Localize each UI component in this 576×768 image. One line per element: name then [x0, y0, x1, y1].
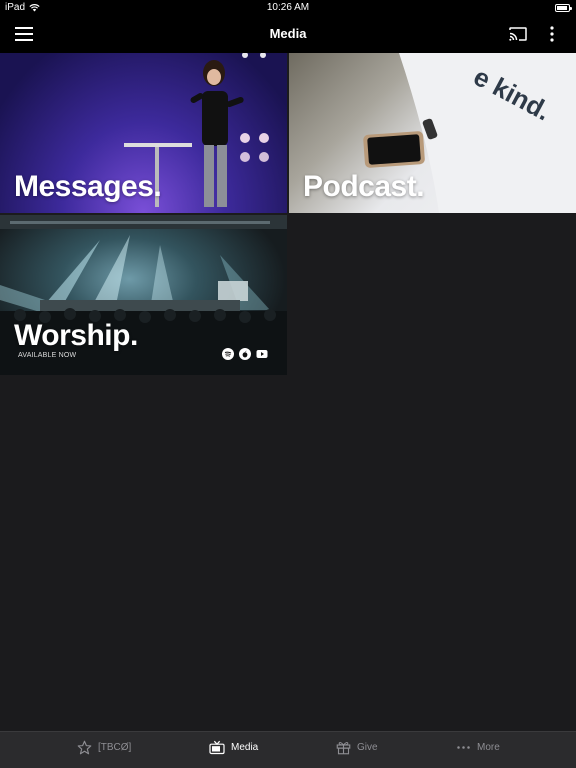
- podcast-tile[interactable]: e kind. Podcast.: [289, 53, 576, 213]
- worship-tile[interactable]: Worship. AVAILABLE NOW: [0, 215, 287, 375]
- messages-tile[interactable]: Messages.: [0, 53, 287, 213]
- tv-icon: [209, 740, 225, 755]
- status-bar: iPad 10:26 AM: [0, 0, 576, 16]
- podcast-title: Podcast.: [303, 170, 425, 203]
- tab-give-label: Give: [357, 742, 378, 753]
- nav-bar: Media: [0, 16, 576, 53]
- battery-icon: [555, 4, 572, 12]
- messages-title: Messages.: [14, 170, 162, 203]
- tab-media[interactable]: Media: [209, 740, 258, 755]
- youtube-icon[interactable]: [256, 348, 268, 360]
- tab-give[interactable]: Give: [336, 740, 378, 755]
- tab-more-label: More: [477, 742, 500, 753]
- tab-tbco[interactable]: [TBCØ]: [77, 740, 131, 755]
- status-time: 10:26 AM: [266, 2, 310, 13]
- star-icon: [77, 740, 92, 755]
- tab-more[interactable]: More: [456, 740, 500, 755]
- tab-media-label: Media: [231, 742, 259, 753]
- worship-subtitle: AVAILABLE NOW: [18, 352, 77, 359]
- cast-button[interactable]: [506, 24, 530, 44]
- worship-title: Worship.: [14, 319, 138, 352]
- page-title: Media: [269, 26, 307, 41]
- vertical-ellipsis-icon: [550, 26, 554, 42]
- more-options-button[interactable]: [542, 24, 562, 44]
- ellipsis-icon: [457, 746, 470, 749]
- cast-icon: [509, 27, 527, 41]
- tab-tbco-label: [TBCØ]: [98, 742, 132, 753]
- battery-fill: [557, 6, 567, 10]
- gift-icon: [336, 742, 351, 755]
- apple-music-icon[interactable]: [239, 348, 251, 360]
- streaming-services: [222, 348, 268, 360]
- tab-bar: [TBCØ] Media Give More: [0, 731, 576, 768]
- spotify-icon[interactable]: [222, 348, 234, 360]
